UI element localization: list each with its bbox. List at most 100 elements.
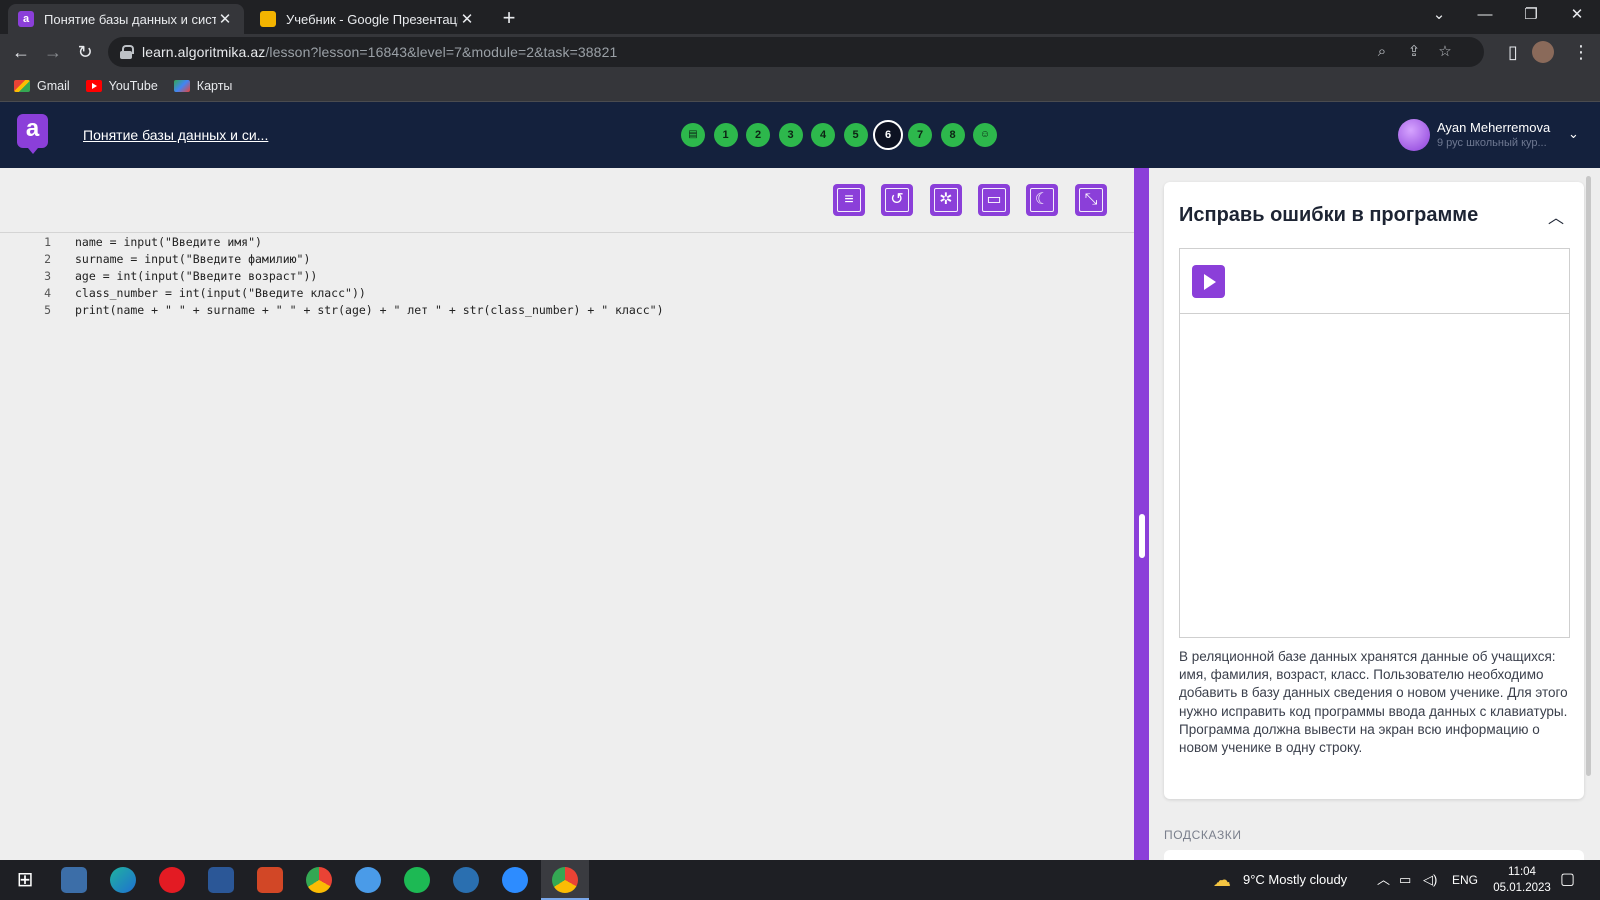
forward-icon[interactable]: → xyxy=(40,39,66,65)
code-line[interactable]: 2 surname = input("Введите фамилию") xyxy=(0,251,664,268)
output-console[interactable] xyxy=(1179,248,1570,638)
line-number: 1 xyxy=(44,235,51,249)
console-toolbar xyxy=(1180,249,1569,314)
line-code[interactable]: surname = input("Введите фамилию") xyxy=(51,251,310,268)
gmail-icon xyxy=(14,79,30,92)
panel-scrollbar[interactable] xyxy=(1586,176,1591,776)
powerpoint-icon[interactable] xyxy=(257,867,283,893)
windows-start-icon[interactable]: ⊞ xyxy=(12,867,38,893)
step-8[interactable]: 8 xyxy=(940,123,965,147)
chrome-icon[interactable] xyxy=(552,867,578,893)
app-icon[interactable] xyxy=(355,867,381,893)
tab-slides[interactable]: Учебник - Google Презентации ✕ xyxy=(250,4,486,34)
code-line[interactable]: 5 print(name + " " + surname + " " + str… xyxy=(0,302,664,319)
code-lines[interactable]: 1 name = input("Введите имя") 2 surname … xyxy=(0,234,664,319)
tab-title: Понятие базы данных и систем xyxy=(44,11,216,27)
notifications-icon[interactable]: ▢ xyxy=(1560,860,1575,900)
editor-divider xyxy=(0,232,1134,233)
weather-icon[interactable]: ☁ xyxy=(1213,860,1231,900)
dark-mode-icon[interactable]: ☾ xyxy=(1026,184,1058,216)
line-number: 5 xyxy=(44,303,51,317)
line-number: 2 xyxy=(44,252,51,266)
close-tab-icon[interactable]: ✕ xyxy=(458,10,476,28)
clock[interactable]: 11:04 05.01.2023 xyxy=(1492,864,1552,896)
google-slides-favicon-icon xyxy=(260,11,276,27)
reload-icon[interactable]: ↻ xyxy=(72,39,98,65)
lock-icon[interactable] xyxy=(120,45,134,59)
line-code[interactable]: name = input("Введите имя") xyxy=(51,234,262,251)
resize-handle[interactable] xyxy=(1139,514,1145,558)
steam-icon[interactable] xyxy=(453,867,479,893)
zoom-icon[interactable] xyxy=(502,867,528,893)
step-2[interactable]: 2 xyxy=(746,123,770,147)
fullscreen-icon[interactable]: ⤡ xyxy=(1075,184,1107,216)
edge-icon[interactable] xyxy=(110,867,136,893)
browser-toolbar: ← → ↻ learn.algoritmika.az/lesson?lesson… xyxy=(0,34,1600,70)
lesson-title-link[interactable]: Понятие базы данных и си... xyxy=(83,127,268,143)
line-number: 3 xyxy=(44,269,51,283)
zoom-icon[interactable]: ⌕ xyxy=(1373,43,1391,61)
user-avatar[interactable] xyxy=(1398,119,1430,151)
step-intro-icon[interactable]: ▤ xyxy=(681,123,705,147)
tab-lesson[interactable]: a Понятие базы данных и систем ✕ xyxy=(8,4,244,34)
new-tab-icon[interactable]: + xyxy=(496,5,522,31)
bookmark-star-icon[interactable]: ☆ xyxy=(1436,43,1454,61)
clock-time: 11:04 xyxy=(1508,866,1536,878)
task-panel: Исправь ошибки в программе ︿ В реляционн… xyxy=(1149,168,1600,870)
step-1[interactable]: 1 xyxy=(713,123,738,147)
windows-taskbar: ⊞ ☁ 9°C Mostly cloudy ︿ ▭ ◁) ENG 11:04 0… xyxy=(0,860,1600,900)
undo-icon[interactable]: ↺ xyxy=(881,184,913,216)
code-line[interactable]: 3 age = int(input("Введите возраст")) xyxy=(0,268,664,285)
chat-help-icon[interactable]: ≡ xyxy=(833,184,865,216)
line-code[interactable]: age = int(input("Введите возраст")) xyxy=(51,268,317,285)
run-button[interactable] xyxy=(1192,265,1225,298)
code-editor[interactable]: ≡ ↺ ✲ ▭ ☾ ⤡ 1 name = input("Введите имя"… xyxy=(0,168,1134,860)
browser-menu-icon[interactable]: ⋮ xyxy=(1568,39,1594,65)
step-4[interactable]: 4 xyxy=(811,123,835,147)
minimize-icon[interactable]: — xyxy=(1462,0,1508,30)
word-icon[interactable] xyxy=(208,867,234,893)
step-5[interactable]: 5 xyxy=(843,123,868,147)
debug-icon[interactable]: ✲ xyxy=(930,184,962,216)
chrome-icon[interactable] xyxy=(306,867,332,893)
bookmark-youtube[interactable]: YouTube xyxy=(85,79,158,93)
code-line[interactable]: 1 name = input("Введите имя") xyxy=(0,234,664,251)
share-icon[interactable]: ⇪ xyxy=(1405,43,1423,61)
bookmark-maps[interactable]: Карты xyxy=(173,79,232,93)
user-name[interactable]: Ayan Meherremova xyxy=(1437,120,1550,135)
step-7[interactable]: 7 xyxy=(908,123,932,147)
step-finish-icon[interactable]: ☺ xyxy=(973,123,997,147)
algoritmika-logo[interactable]: a xyxy=(17,114,48,154)
volume-icon[interactable]: ◁) xyxy=(1423,860,1437,900)
weather-text[interactable]: 9°C Mostly cloudy xyxy=(1243,860,1347,900)
window-close-icon[interactable]: ✕ xyxy=(1554,0,1600,30)
language-indicator[interactable]: ENG xyxy=(1452,860,1478,900)
opera-icon[interactable] xyxy=(159,867,185,893)
algoritmika-favicon-icon: a xyxy=(18,11,34,27)
calculator-icon[interactable] xyxy=(61,867,87,893)
network-icon[interactable]: ▭ xyxy=(1399,860,1411,900)
step-6-current[interactable]: 6 xyxy=(873,120,903,150)
save-icon[interactable]: ▭ xyxy=(978,184,1010,216)
address-bar[interactable]: learn.algoritmika.az/lesson?lesson=16843… xyxy=(108,37,1484,67)
tab-search-chevron-icon[interactable]: ⌄ xyxy=(1416,0,1462,30)
lesson-steps: ▤ 1 2 3 4 5 6 7 8 ☺ xyxy=(681,120,1006,150)
side-panel-icon[interactable]: ▯ xyxy=(1500,39,1526,65)
browser-tab-bar: a Понятие базы данных и систем ✕ Учебник… xyxy=(0,0,1600,34)
user-menu-chevron-icon[interactable]: ⌄ xyxy=(1568,126,1579,142)
back-icon[interactable]: ← xyxy=(8,39,34,65)
spotify-icon[interactable] xyxy=(404,867,430,893)
tray-chevron-icon[interactable]: ︿ xyxy=(1377,860,1390,900)
code-line[interactable]: 4 class_number = int(input("Введите клас… xyxy=(0,285,664,302)
hints-label[interactable]: ПОДСКАЗКИ xyxy=(1164,828,1242,842)
collapse-chevron-icon[interactable]: ︿ xyxy=(1548,204,1564,228)
task-card: Исправь ошибки в программе ︿ В реляционн… xyxy=(1164,182,1584,799)
restore-icon[interactable]: ❐ xyxy=(1508,0,1554,30)
line-code[interactable]: print(name + " " + surname + " " + str(a… xyxy=(51,302,664,319)
line-number: 4 xyxy=(44,286,51,300)
step-3[interactable]: 3 xyxy=(778,123,803,147)
profile-avatar[interactable] xyxy=(1532,41,1554,63)
line-code[interactable]: class_number = int(input("Введите класс"… xyxy=(51,285,366,302)
close-tab-icon[interactable]: ✕ xyxy=(216,10,234,28)
bookmark-gmail[interactable]: Gmail xyxy=(14,79,70,93)
